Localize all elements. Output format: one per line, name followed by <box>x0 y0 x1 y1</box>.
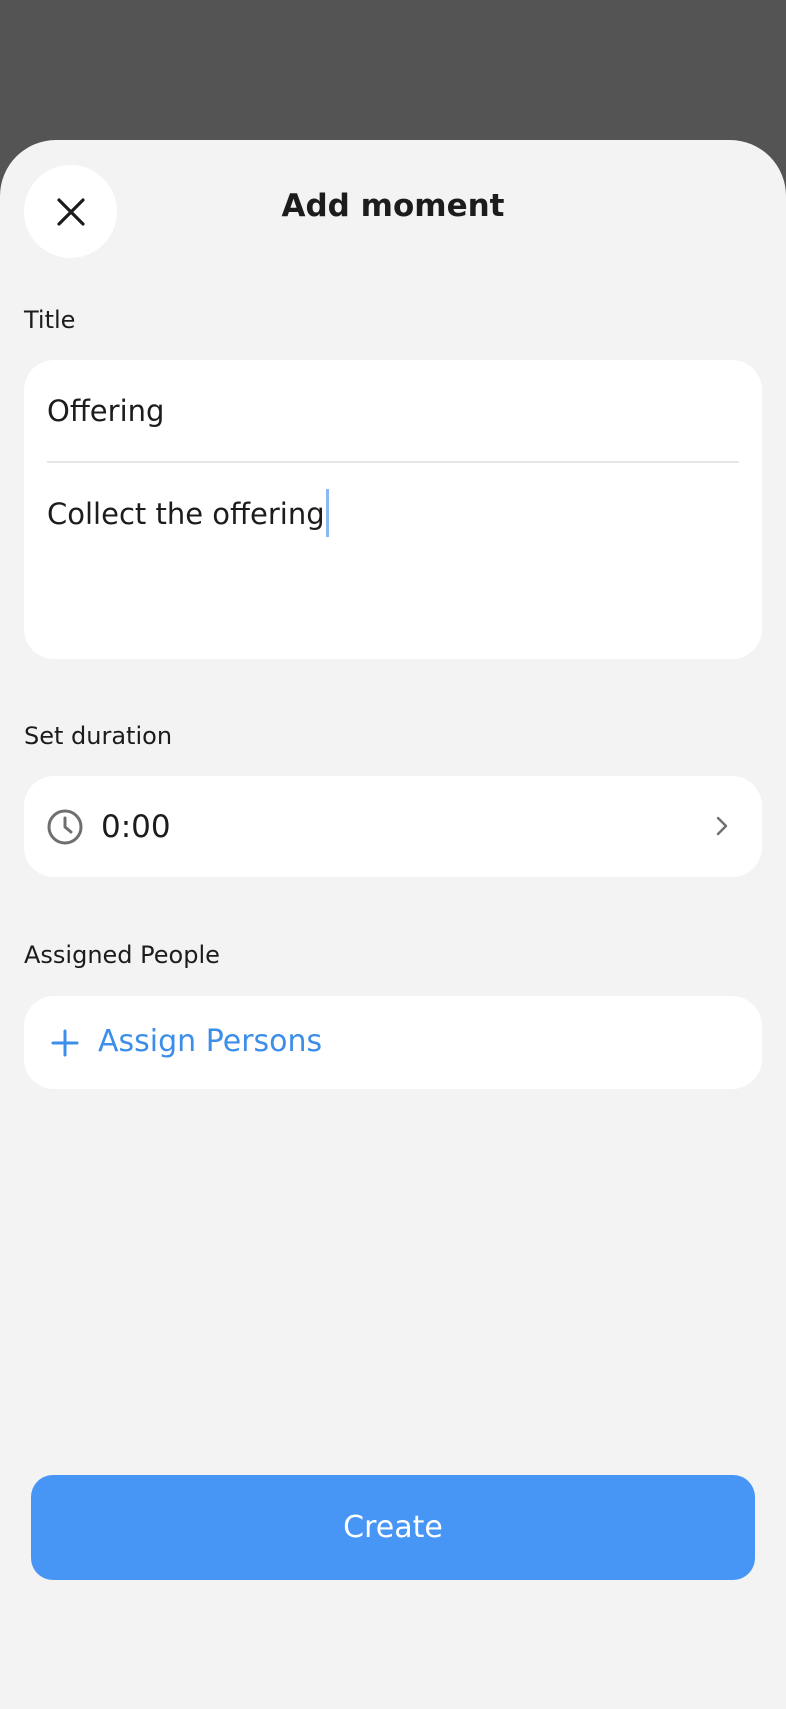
duration-value: 0:00 <box>101 809 171 845</box>
create-button[interactable]: Create <box>31 1475 755 1580</box>
description-text: Collect the offering <box>47 497 325 531</box>
title-divider <box>47 461 739 463</box>
title-label: Title <box>24 306 76 334</box>
assign-persons-label: Assign Persons <box>98 1024 323 1059</box>
sheet-title: Add moment <box>281 188 505 224</box>
plus-icon <box>51 1029 79 1057</box>
description-input[interactable]: Collect the offering <box>47 489 727 539</box>
chevron-right-icon <box>716 816 728 836</box>
duration-picker[interactable]: 0:00 <box>24 776 762 877</box>
assign-persons-button[interactable]: Assign Persons <box>24 996 762 1089</box>
title-input[interactable]: Offering <box>47 386 727 436</box>
duration-label: Set duration <box>24 722 173 750</box>
title-card: Offering Collect the offering <box>24 360 762 659</box>
bottom-sheet: Add moment Title Offering Collect the of… <box>0 140 786 1709</box>
clock-icon <box>47 809 83 845</box>
assigned-people-label: Assigned People <box>24 941 220 969</box>
text-caret <box>325 489 329 537</box>
